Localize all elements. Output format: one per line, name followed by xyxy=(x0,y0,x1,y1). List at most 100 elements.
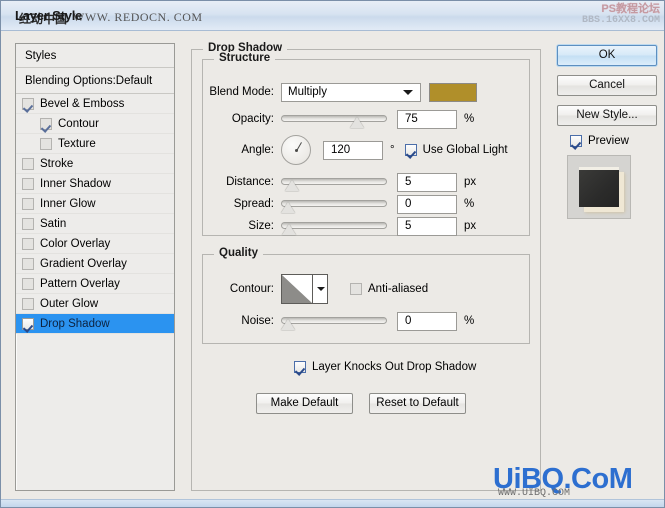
size-input[interactable]: 5 xyxy=(397,216,457,236)
sidebar-item-drop-shadow[interactable]: Drop Shadow xyxy=(16,314,174,334)
blend-mode-dropdown[interactable]: Multiply xyxy=(281,82,421,102)
style-preview-thumbnail xyxy=(567,155,631,219)
blending-options-item[interactable]: Blending Options:Default xyxy=(16,68,174,94)
checkbox-pattern-overlay[interactable] xyxy=(22,277,34,290)
use-global-light-label: Use Global Light xyxy=(422,144,508,156)
distance-slider[interactable] xyxy=(281,173,387,192)
sidebar-item-texture[interactable]: Texture xyxy=(16,134,174,154)
anti-aliased-label: Anti-aliased xyxy=(368,283,429,295)
checkbox-preview[interactable] xyxy=(570,135,582,147)
distance-slider-thumb[interactable] xyxy=(284,179,299,191)
sidebar-item-satin[interactable]: Satin xyxy=(16,214,174,234)
reset-to-default-button[interactable]: Reset to Default xyxy=(369,393,466,414)
checkbox-use-global-light[interactable] xyxy=(404,144,417,156)
styles-list-panel: Styles Blending Options:Default Bevel & … xyxy=(15,43,175,491)
contour-row: Contour: Anti-aliased xyxy=(203,273,428,305)
opacity-input[interactable]: 75 xyxy=(397,109,457,129)
spread-slider[interactable] xyxy=(281,195,387,214)
sidebar-item-label: Satin xyxy=(40,217,67,230)
sidebar-item-inner-shadow[interactable]: Inner Shadow xyxy=(16,174,174,194)
sidebar-item-label: Inner Shadow xyxy=(40,177,111,190)
opacity-slider-track xyxy=(281,114,387,122)
default-buttons-group: Make Default Reset to Default xyxy=(256,393,466,414)
checkbox-bevel-emboss[interactable] xyxy=(22,97,34,110)
blend-mode-row: Blend Mode: Multiply xyxy=(203,82,477,102)
angle-unit: ° xyxy=(390,144,395,156)
angle-dial[interactable] xyxy=(281,135,311,165)
checkbox-satin[interactable] xyxy=(22,217,34,230)
styles-list-header: Styles xyxy=(16,44,174,68)
checkbox-inner-shadow[interactable] xyxy=(22,177,34,190)
new-style-button[interactable]: New Style... xyxy=(557,105,657,126)
checkbox-stroke[interactable] xyxy=(22,157,34,170)
checkbox-inner-glow[interactable] xyxy=(22,197,34,210)
checkbox-anti-aliased[interactable] xyxy=(350,283,362,295)
sidebar-item-gradient-overlay[interactable]: Gradient Overlay xyxy=(16,254,174,274)
quality-group: Quality Contour: Anti-aliased Noise: 0 % xyxy=(202,247,530,344)
noise-input[interactable]: 0 xyxy=(397,311,457,331)
checkbox-gradient-overlay[interactable] xyxy=(22,257,34,270)
sidebar-item-label: Color Overlay xyxy=(40,237,111,250)
anti-aliased-row[interactable]: Anti-aliased xyxy=(350,283,428,295)
checkbox-contour[interactable] xyxy=(40,117,52,130)
checkbox-layer-knocks-out[interactable] xyxy=(294,361,306,373)
quality-group-title: Quality xyxy=(214,247,263,259)
use-global-light-row[interactable]: Use Global Light xyxy=(404,144,508,156)
sidebar-item-pattern-overlay[interactable]: Pattern Overlay xyxy=(16,274,174,294)
sidebar-item-label: Bevel & Emboss xyxy=(40,97,125,110)
sidebar-item-color-overlay[interactable]: Color Overlay xyxy=(16,234,174,254)
sidebar-item-bevel-emboss[interactable]: Bevel & Emboss xyxy=(16,94,174,114)
spread-row: Spread: 0 % xyxy=(203,194,474,214)
checkbox-color-overlay[interactable] xyxy=(22,237,34,250)
angle-input[interactable]: 120 xyxy=(323,140,383,160)
distance-input[interactable]: 5 xyxy=(397,172,457,192)
size-slider-thumb[interactable] xyxy=(281,223,296,235)
sidebar-item-stroke[interactable]: Stroke xyxy=(16,154,174,174)
checkbox-texture[interactable] xyxy=(40,137,52,150)
page-title: Layer Style xyxy=(15,8,83,23)
sidebar-item-contour[interactable]: Contour xyxy=(16,114,174,134)
drop-shadow-settings-panel: Drop Shadow Structure Blend Mode: Multip… xyxy=(191,41,541,491)
watermark-top-right-line1: PS教程论坛 xyxy=(601,3,660,15)
contour-preview[interactable] xyxy=(281,274,313,304)
opacity-slider[interactable] xyxy=(281,110,387,129)
spread-slider-thumb[interactable] xyxy=(281,201,295,213)
sidebar-item-outer-glow[interactable]: Outer Glow xyxy=(16,294,174,314)
watermark-top-right-line2: BBS.16XX8.COM xyxy=(581,15,660,26)
opacity-slider-thumb[interactable] xyxy=(350,116,364,128)
make-default-button[interactable]: Make Default xyxy=(256,393,353,414)
checkbox-outer-glow[interactable] xyxy=(22,297,34,310)
noise-slider-thumb[interactable] xyxy=(281,318,295,330)
sidebar-item-label: Drop Shadow xyxy=(40,317,110,330)
noise-slider-track xyxy=(281,316,387,324)
shadow-color-swatch[interactable] xyxy=(429,82,477,102)
preview-row[interactable]: Preview xyxy=(557,135,657,147)
size-slider[interactable] xyxy=(281,217,387,236)
contour-ramp-icon xyxy=(282,275,312,303)
noise-label: Noise: xyxy=(241,315,274,327)
angle-row: Angle: 120 ° Use Global Light xyxy=(203,134,508,166)
blend-mode-value: Multiply xyxy=(288,86,327,98)
noise-slider[interactable] xyxy=(281,312,387,331)
layer-knocks-out-row[interactable]: Layer Knocks Out Drop Shadow xyxy=(294,361,476,373)
watermark-bottom-sub: WWW.UIBQ.COM xyxy=(498,488,571,499)
size-label: Size: xyxy=(248,220,274,232)
spread-input[interactable]: 0 xyxy=(397,194,457,214)
spread-label: Spread: xyxy=(233,198,274,210)
cancel-button[interactable]: Cancel xyxy=(557,75,657,96)
opacity-unit: % xyxy=(464,113,475,125)
sidebar-item-label: Texture xyxy=(58,137,96,150)
blend-mode-label: Blend Mode: xyxy=(209,86,274,98)
sidebar-item-label: Inner Glow xyxy=(40,197,96,210)
sidebar-item-label: Gradient Overlay xyxy=(40,257,127,270)
size-slider-track xyxy=(281,221,387,229)
contour-dropdown-arrow[interactable] xyxy=(313,274,328,304)
layer-knocks-out-label: Layer Knocks Out Drop Shadow xyxy=(312,361,477,373)
sidebar-item-inner-glow[interactable]: Inner Glow xyxy=(16,194,174,214)
title-bar: 红动中国 WWW. REDOCN. COM Layer Style PS教程论坛… xyxy=(1,1,664,31)
ok-button[interactable]: OK xyxy=(557,45,657,66)
noise-unit: % xyxy=(464,315,475,327)
contour-picker[interactable] xyxy=(281,274,328,304)
opacity-label: Opacity: xyxy=(231,113,274,125)
checkbox-drop-shadow[interactable] xyxy=(22,317,34,330)
